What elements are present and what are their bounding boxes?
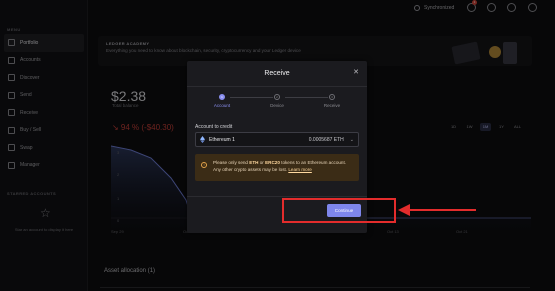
highlight-box <box>282 198 396 223</box>
close-icon[interactable]: ✕ <box>353 68 359 76</box>
step-device: 2 Device <box>257 94 297 108</box>
modal-title: Receive <box>264 70 290 77</box>
ethereum-icon <box>200 136 205 143</box>
step-receive: 3 Receive <box>312 94 352 108</box>
stepper: 1 Account 2 Device 3 Receive <box>187 94 367 112</box>
learn-more-link[interactable]: Learn more <box>288 167 312 172</box>
account-select[interactable]: Ethereum 1 0.0005687 ETH ⌄ <box>195 132 359 147</box>
modal-footer-divider <box>187 196 367 197</box>
chevron-down-icon: ⌄ <box>349 136 354 143</box>
warning-erc20: ERC20 <box>265 160 280 165</box>
warning-icon: ! <box>201 162 207 168</box>
step-number: 2 <box>274 94 280 100</box>
step-number: 3 <box>329 94 335 100</box>
warning-text: Please only send <box>213 160 250 165</box>
arrow-left-icon <box>398 204 476 216</box>
account-balance: 0.0005687 ETH <box>308 136 344 143</box>
step-label: Account <box>213 103 231 108</box>
account-name: Ethereum 1 <box>209 136 235 143</box>
account-label: Account to credit <box>195 124 233 130</box>
step-label: Receive <box>323 103 341 108</box>
warning-alert: ! Please only send ETH or ERC20 tokens t… <box>195 154 359 181</box>
step-number: 1 <box>219 94 225 100</box>
step-account: 1 Account <box>202 94 242 108</box>
step-label: Device <box>270 103 284 108</box>
modal-header: Receive ✕ <box>187 61 367 87</box>
